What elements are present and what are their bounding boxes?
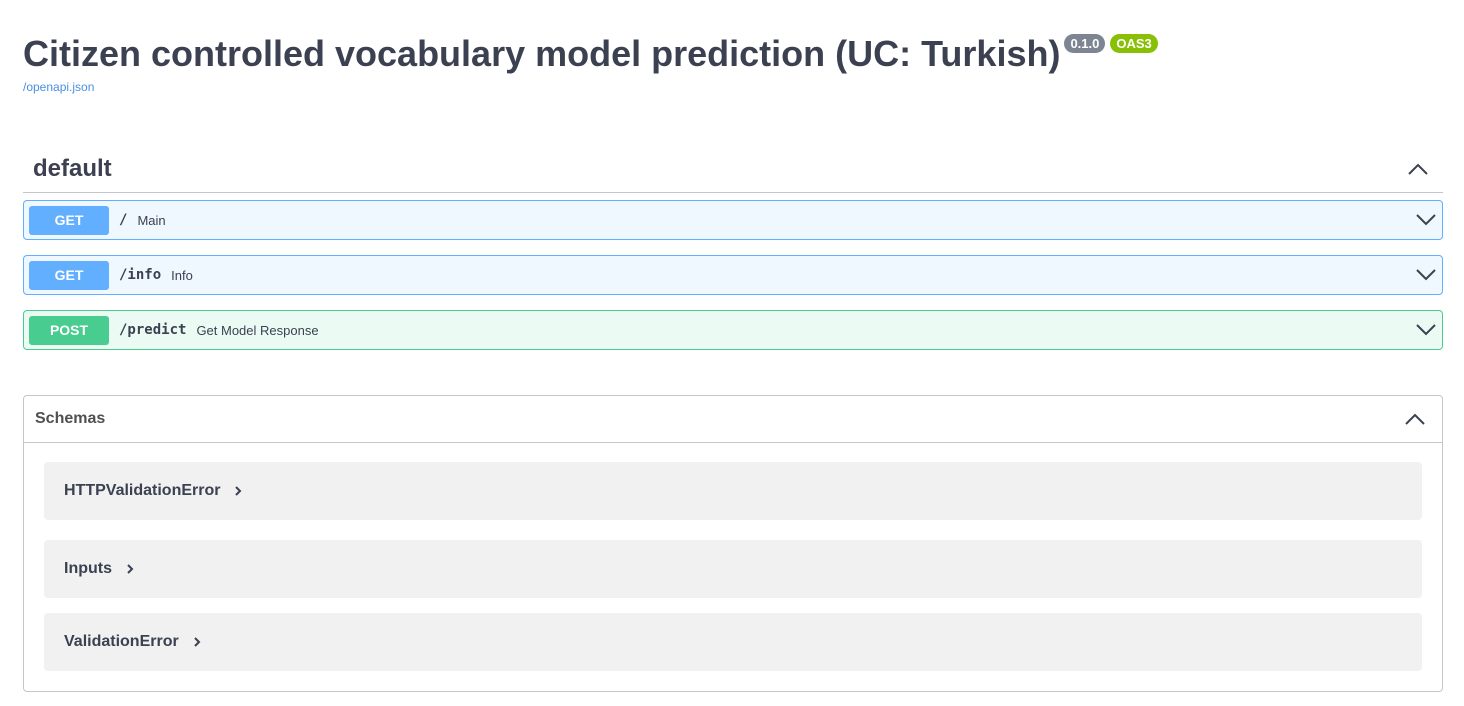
method-badge: POST bbox=[29, 315, 109, 345]
operation-path: /info bbox=[119, 267, 162, 283]
chevron-up-icon bbox=[1408, 163, 1428, 175]
chevron-right-icon bbox=[234, 485, 242, 497]
title-row: Citizen controlled vocabulary model pred… bbox=[23, 30, 1158, 78]
model-name: ValidationError bbox=[64, 633, 179, 650]
chevron-up-icon bbox=[1405, 413, 1425, 425]
schemas-header[interactable]: Schemas bbox=[24, 396, 1442, 443]
operation-summary: Get Model Response bbox=[196, 322, 319, 338]
opblock-post-predict[interactable]: POST /predict Get Model Response bbox=[23, 310, 1443, 350]
operation-path: /predict bbox=[119, 322, 187, 338]
chevron-down-icon bbox=[1416, 324, 1436, 336]
model-validation-error[interactable]: ValidationError bbox=[44, 613, 1422, 671]
model-inputs[interactable]: Inputs bbox=[44, 540, 1422, 598]
badges: 0.1.0 OAS3 bbox=[1064, 34, 1158, 53]
chevron-right-icon bbox=[193, 636, 201, 648]
schemas-section: Schemas HTTPValidationError Inputs Valid… bbox=[23, 395, 1443, 692]
tag-name: default bbox=[33, 154, 112, 182]
tag-header[interactable]: default bbox=[23, 145, 1443, 193]
collapse-schemas-button[interactable] bbox=[1400, 404, 1430, 434]
opblock-get-info[interactable]: GET /info Info bbox=[23, 255, 1443, 295]
page-title: Citizen controlled vocabulary model pred… bbox=[23, 33, 1061, 74]
model-name: HTTPValidationError bbox=[64, 482, 221, 499]
version-badge: 0.1.0 bbox=[1064, 34, 1106, 53]
method-badge: GET bbox=[29, 205, 109, 235]
tag-section-default: default GET / Main GET /info Info POST /… bbox=[23, 145, 1443, 350]
schemas-title: Schemas bbox=[35, 410, 106, 427]
collapse-tag-button[interactable] bbox=[1403, 154, 1433, 184]
chevron-down-icon bbox=[1416, 214, 1436, 226]
model-http-validation-error[interactable]: HTTPValidationError bbox=[44, 462, 1422, 520]
operation-path: / bbox=[119, 212, 128, 228]
expand-operation-button[interactable] bbox=[1414, 208, 1438, 232]
openapi-json-link[interactable]: /openapi.json bbox=[23, 80, 1158, 94]
opblock-get-root[interactable]: GET / Main bbox=[23, 200, 1443, 240]
api-info: Citizen controlled vocabulary model pred… bbox=[23, 30, 1158, 94]
operation-summary: Info bbox=[171, 267, 193, 283]
chevron-down-icon bbox=[1416, 269, 1436, 281]
model-name: Inputs bbox=[64, 560, 112, 577]
expand-operation-button[interactable] bbox=[1414, 318, 1438, 342]
method-badge: GET bbox=[29, 260, 109, 290]
operation-summary: Main bbox=[137, 212, 166, 228]
expand-operation-button[interactable] bbox=[1414, 263, 1438, 287]
chevron-right-icon bbox=[126, 563, 134, 575]
oas-badge: OAS3 bbox=[1110, 34, 1158, 53]
